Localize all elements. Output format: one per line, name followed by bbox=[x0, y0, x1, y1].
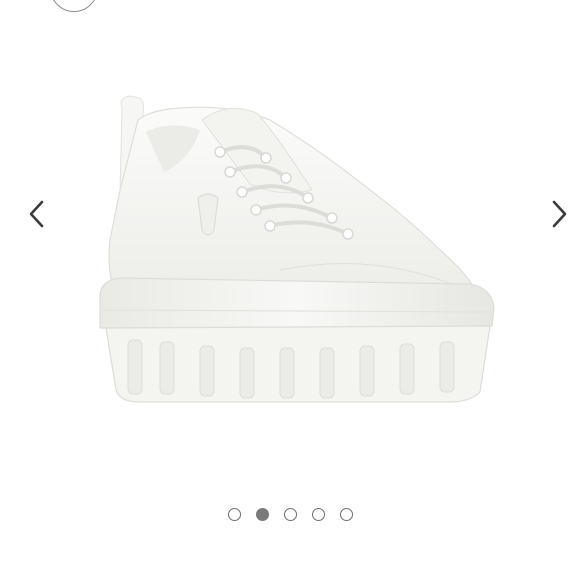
pagination-dot-1[interactable] bbox=[227, 508, 241, 521]
pagination-dot-4[interactable] bbox=[311, 508, 325, 521]
chevron-left-icon bbox=[29, 200, 44, 228]
chevron-right-icon bbox=[552, 200, 567, 228]
pagination-dot-3[interactable] bbox=[283, 508, 297, 521]
pagination-dot-5[interactable] bbox=[339, 508, 353, 521]
next-image-button[interactable] bbox=[546, 196, 574, 232]
product-image bbox=[80, 80, 510, 410]
pagination-dot-2[interactable] bbox=[255, 508, 269, 521]
sneaker-illustration bbox=[99, 95, 495, 403]
previous-image-button[interactable] bbox=[22, 196, 50, 232]
image-viewer bbox=[0, 0, 580, 580]
top-circle-button[interactable] bbox=[50, 0, 98, 12]
pagination-dots bbox=[0, 508, 580, 521]
